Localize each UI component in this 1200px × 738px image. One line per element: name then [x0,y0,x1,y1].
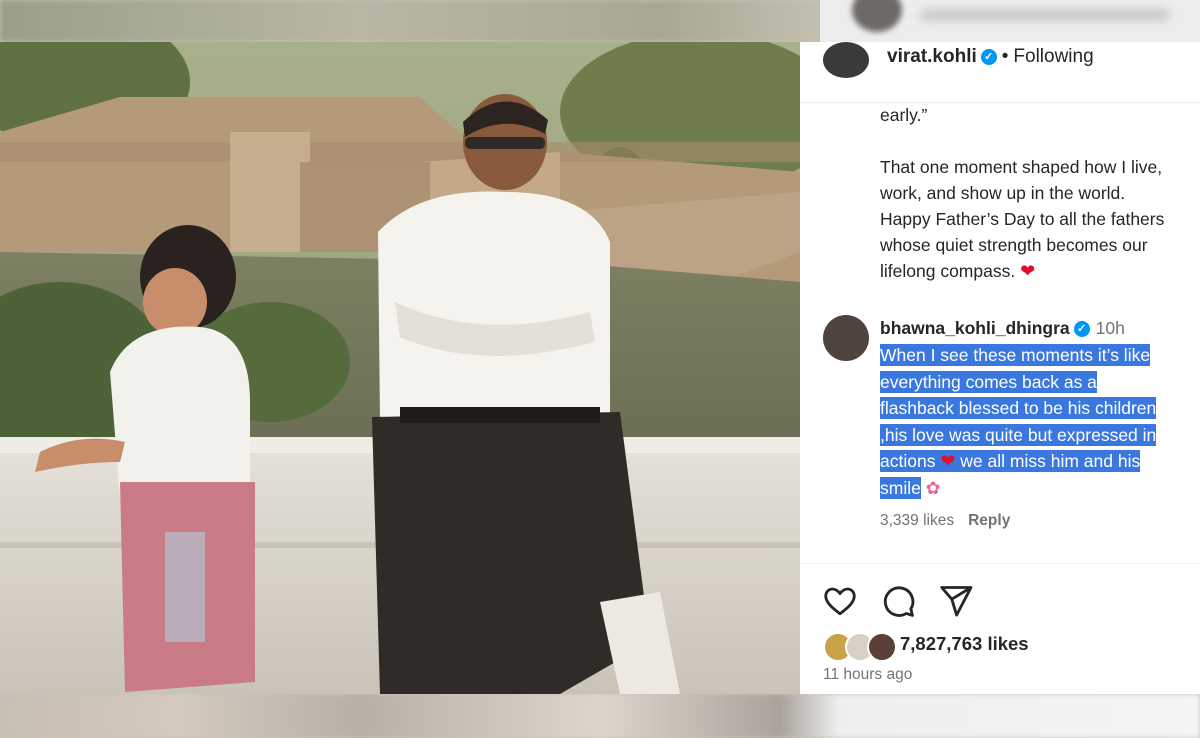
comment-likes[interactable]: 3,339 likes [880,512,954,529]
comment-meta: 3,339 likes Reply [880,512,1010,530]
post-header: virat.kohli ✓ • Following [800,42,1200,103]
post-side-panel: virat.kohli ✓ • Following early.” That one … [800,42,1200,694]
comment-line: actions ❤ we all miss him and his [880,450,1141,472]
comment-button[interactable] [880,583,916,619]
post-likes[interactable]: 7,827,763 likes [900,633,1029,655]
cherry-blossom-emoji: ✿ [925,477,941,498]
verified-badge-icon: ✓ [1073,321,1090,338]
heart-outline-icon [824,587,856,616]
commenter-username[interactable]: bhawna_kohli_dhingra [880,318,1070,338]
caption-line [880,128,1200,154]
post-photo [0,42,800,694]
comment-time[interactable]: 10h [1096,318,1125,338]
red-heart-emoji: ❤ [940,451,956,471]
caption-line-last: lifelong compass. ❤ [880,258,1200,284]
comment-fragment: we all miss him and his [960,451,1141,471]
reply-button[interactable]: Reply [968,512,1010,529]
comment-line: When I see these moments it’s like [880,344,1151,366]
liker-avatar [867,632,897,662]
divider [800,563,1200,564]
caption-line: lifelong compass. [880,261,1016,281]
author-avatar[interactable] [823,42,869,78]
like-button[interactable] [822,583,858,619]
author-row: virat.kohli ✓ • Following [887,46,1094,68]
commenter-avatar[interactable] [823,315,869,361]
comment-line: ,his love was quite but expressed in [880,423,1157,446]
comment-line: smile [880,476,921,499]
background-blur-text [920,8,1170,22]
author-username[interactable]: virat.kohli [887,46,977,67]
caption-line: That one moment shaped how I live, [880,157,1163,177]
share-button[interactable] [938,583,974,619]
comment-fragment: actions [880,451,936,471]
following-button[interactable]: Following [1013,46,1093,67]
caption-line: work, and show up in the world. [880,183,1126,203]
post-time[interactable]: 11 hours ago [823,666,912,684]
comment-body: When I see these moments it’s like every… [880,342,1200,501]
caption-line: whose quiet strength becomes our [880,235,1148,255]
caption-line: early.” [880,105,928,125]
background-blur-bottom [0,694,1200,738]
comment-line: flashback blessed to be his children [880,397,1157,419]
verified-badge-icon: ✓ [980,48,997,65]
caption-line: Happy Father’s Day to all the fathers [880,209,1165,229]
red-heart-emoji: ❤ [1020,261,1036,281]
comment-header: bhawna_kohli_dhingra ✓ 10h [880,318,1125,339]
separator-dot: • [1001,46,1009,67]
post-caption: early.” That one moment shaped how I liv… [880,102,1200,284]
comment-line: everything comes back as a [880,370,1097,393]
paper-plane-icon [940,586,973,617]
speech-bubble-icon [883,586,915,617]
